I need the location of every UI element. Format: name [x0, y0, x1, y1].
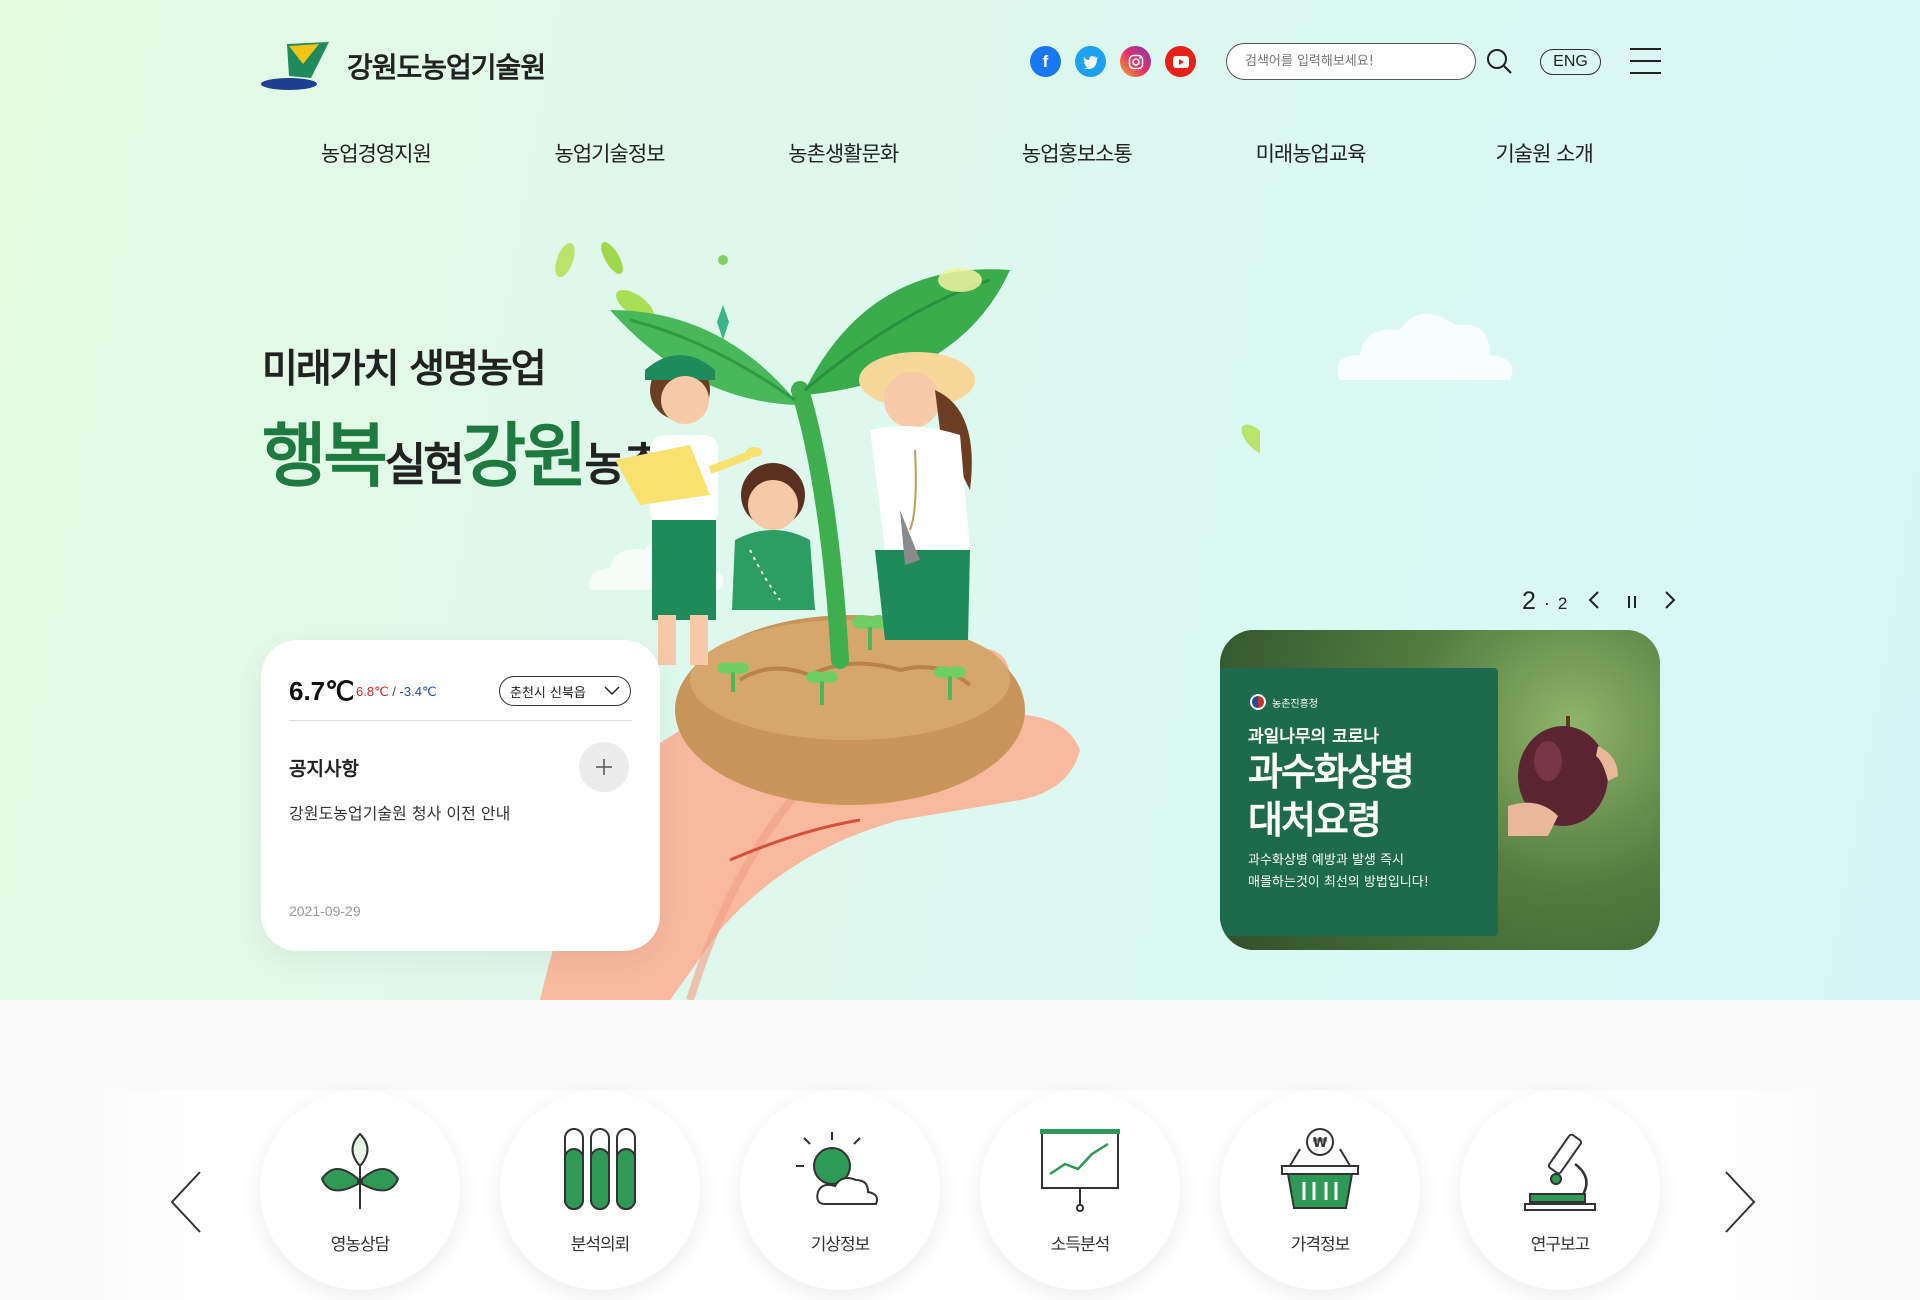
next-slide-button[interactable] [1659, 589, 1681, 611]
banner-description-line: 매몰하는것이 최선의 방법입니다! [1248, 875, 1429, 890]
language-button[interactable]: ENG [1540, 49, 1601, 75]
notice-more-button[interactable] [579, 742, 629, 792]
notice-title: 공지사항 [289, 758, 359, 780]
nav-item-technology[interactable]: 농업기술정보 [493, 138, 727, 168]
chevron-left-icon [1588, 591, 1600, 609]
test-tube-icon [564, 1128, 636, 1210]
microscope-icon [1524, 1133, 1596, 1211]
cloud-decoration [1337, 313, 1513, 380]
notice-date: 2021-09-29 [289, 903, 361, 919]
location-label: 춘천시 신북읍 [510, 685, 586, 701]
quick-menu-item[interactable]: 기상정보 [740, 1090, 940, 1290]
main-navigation: 농업경영지원 농업기술정보 농촌생활문화 농업홍보소통 미래농업교육 기술원 소… [259, 138, 1661, 168]
nav-item-management[interactable]: 농업경영지원 [259, 138, 493, 168]
chevron-right-icon [1665, 591, 1676, 609]
quick-menu-item[interactable]: 소득분석 [980, 1090, 1180, 1290]
logo-icon [261, 42, 329, 90]
nav-item-rural-life[interactable]: 농촌생활문화 [726, 138, 960, 168]
agency-name: 농촌진흥청 [1272, 698, 1318, 710]
quick-menu-label: 가격정보 [1290, 1235, 1351, 1255]
plant-icon [320, 1132, 400, 1209]
banner-description: 과수화상병 예방과 발생 즉시 매몰하는것이 최선의 방법입니다! [1248, 850, 1429, 894]
promo-banner[interactable]: 농촌진흥청 과일나무의 코로나 과수화상병 대처요령 과수화상병 예방과 발생 … [1220, 630, 1660, 950]
banner-pagination: 2 · 2 [1522, 587, 1681, 616]
info-card: 6.7℃ 6.8℃ / -3.4℃ 춘천시 신북읍 공지사항 강원도농업기술원 … [261, 640, 660, 951]
agency-emblem-icon [1250, 694, 1266, 710]
hero-subtitle: 미래가치 생명농업 [262, 347, 547, 392]
svg-text:₩: ₩ [1313, 1136, 1328, 1151]
slide-separator: · [1543, 593, 1550, 613]
site-logo[interactable]: 강원도농업기술원 [259, 40, 546, 92]
quick-menu-label: 소득분석 [1050, 1235, 1111, 1255]
quick-menu-label: 연구보고 [1530, 1235, 1591, 1255]
slide-current: 2 [1522, 587, 1536, 615]
nav-item-about[interactable]: 기술원 소개 [1427, 138, 1661, 168]
hero-title-part: 행복 [262, 415, 388, 497]
quick-menu-item[interactable]: 연구보고 [1460, 1090, 1660, 1290]
nav-item-education[interactable]: 미래농업교육 [1194, 138, 1428, 168]
slide-total: 2 [1557, 594, 1568, 613]
banner-headline-line: 대처요령 [1248, 798, 1382, 842]
apple-photo [1508, 716, 1618, 836]
pause-icon [1628, 596, 1637, 608]
search-icon[interactable] [1484, 46, 1514, 76]
quick-menu-item[interactable]: ₩ 가격정보 [1220, 1090, 1420, 1290]
hamburger-menu-icon[interactable] [1630, 48, 1661, 74]
current-temperature: 6.7℃ [289, 676, 355, 706]
twitter-icon[interactable] [1075, 46, 1106, 77]
basket-price-icon: ₩ [1281, 1128, 1359, 1209]
banner-description-line: 과수화상병 예방과 발생 즉시 [1248, 853, 1404, 868]
quick-menu-label: 기상정보 [810, 1235, 871, 1255]
banner-headline-line: 과수화상병 [1248, 750, 1415, 794]
social-links: f [1030, 46, 1196, 77]
plus-icon [596, 759, 612, 775]
banner-headline: 과수화상병 대처요령 [1248, 748, 1415, 844]
quick-menu-label: 영농상담 [330, 1235, 391, 1255]
quick-menu-item[interactable]: 분석의뢰 [500, 1090, 700, 1290]
quick-menu-label: 분석의뢰 [570, 1235, 631, 1255]
weather-icon [796, 1132, 878, 1205]
facebook-icon[interactable]: f [1030, 46, 1061, 77]
quick-prev-arrow-icon[interactable] [168, 1170, 208, 1234]
quick-menu-item[interactable]: 영농상담 [260, 1090, 460, 1290]
temperature-range: 6.8℃ / -3.4℃ [356, 684, 437, 700]
site-name: 강원도농업기술원 [347, 51, 546, 84]
pause-slide-button[interactable] [1621, 591, 1643, 613]
search-box [1226, 43, 1476, 80]
nav-item-promotion[interactable]: 농업홍보소통 [960, 138, 1194, 168]
prev-slide-button[interactable] [1583, 589, 1605, 611]
chevron-down-icon [604, 686, 620, 696]
instagram-icon[interactable] [1120, 46, 1151, 77]
temperature-separator: / [392, 684, 396, 699]
quick-next-arrow-icon[interactable] [1718, 1170, 1758, 1234]
location-select[interactable]: 춘천시 신북읍 [499, 676, 631, 706]
hero-title-part: 실현 [384, 438, 465, 491]
notice-item-link[interactable]: 강원도농업기술원 청사 이전 안내 [289, 800, 510, 824]
banner-kicker: 과일나무의 코로나 [1248, 727, 1380, 747]
chart-board-icon [1040, 1129, 1120, 1212]
temperature-low: -3.4℃ [399, 684, 437, 699]
youtube-icon[interactable] [1165, 46, 1196, 77]
temperature-high: 6.8℃ [356, 684, 389, 699]
card-divider [289, 720, 632, 721]
agency-badge: 농촌진흥청 [1250, 694, 1318, 710]
search-input[interactable] [1245, 54, 1457, 69]
